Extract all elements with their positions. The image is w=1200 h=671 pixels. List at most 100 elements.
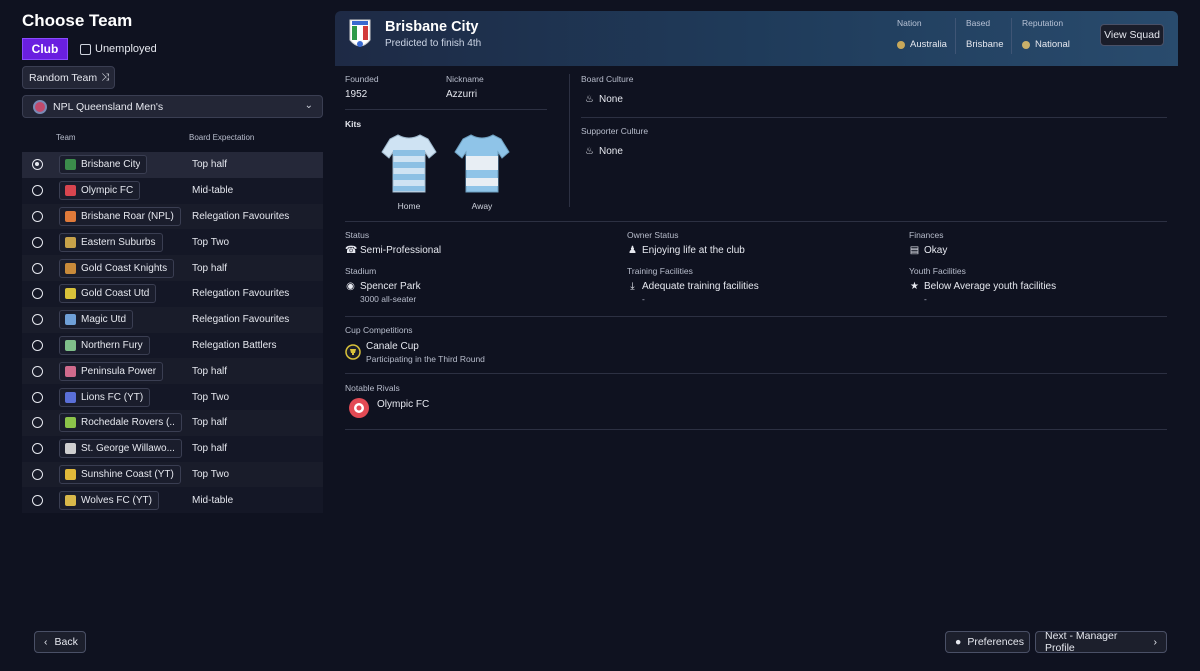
flame-icon: ♨ [585,146,594,157]
team-row[interactable]: Olympic FC Mid-table [22,177,323,204]
column-header-team[interactable]: Team [56,133,76,142]
board-expectation: Top half [192,262,228,274]
team-chip[interactable]: Gold Coast Knights [59,258,175,278]
team-radio-button[interactable] [32,159,43,171]
preferences-button[interactable]: ● Preferences [945,631,1030,653]
team-row[interactable]: Lions FC (YT) Top Two [22,384,323,410]
team-chip[interactable]: Northern Fury [59,335,150,355]
league-select[interactable]: NPL Queensland Men's ⌄ [22,95,323,118]
training-facilities-sub: - [642,294,645,304]
stadium-label: Stadium [345,266,377,276]
status-icon: ☎ [345,245,358,256]
reputation-label: Reputation [1022,18,1064,28]
team-radio-button[interactable] [32,468,43,480]
team-radio-button[interactable] [32,236,43,248]
founded-value: 1952 [345,89,368,100]
club-toggle-button[interactable]: Club [22,38,68,60]
board-expectation: Relegation Battlers [192,339,277,351]
team-crest-icon [65,185,76,197]
team-chip[interactable]: Brisbane City [59,155,148,175]
cup-status: Participating in the Third Round [366,354,485,364]
random-team-button[interactable]: Random Team ⤨ [22,66,115,89]
header-separator [1011,18,1012,54]
nickname-value: Azzurri [446,89,478,100]
team-radio-button[interactable] [32,365,43,377]
team-radio-button[interactable] [32,417,43,429]
team-row[interactable]: Wolves FC (YT) Mid-table [22,487,323,514]
team-chip[interactable]: Wolves FC (YT) [59,490,159,510]
next-manager-profile-button[interactable]: Next - Manager Profile › [1035,630,1167,654]
australia-flag-icon [897,40,905,49]
unemployed-label: Unemployed [95,43,157,55]
team-row[interactable]: Eastern Suburbs Top Two [22,229,323,256]
olympic-fc-crest-icon [349,398,369,418]
team-radio-button[interactable] [32,391,43,403]
team-row[interactable]: Brisbane City Top half [22,152,323,178]
team-radio-button[interactable] [32,185,43,197]
team-radio-button[interactable] [32,314,43,326]
finances-row: ▤ Okay [909,245,948,256]
team-list: Brisbane City Top half Olympic FC Mid-table… [22,152,323,514]
team-row[interactable]: Magic Utd Relegation Favourites [22,306,323,333]
team-row[interactable]: St. George Willawo... Top half [22,435,323,462]
back-button[interactable]: ‹ Back [34,631,86,653]
board-expectation: Top Two [192,468,230,480]
next-label: Next - Manager Profile [1045,630,1118,654]
star-icon: ★ [910,281,919,292]
team-crest-icon [65,262,76,274]
team-radio-button[interactable] [32,443,43,455]
finances-label: Finances [909,230,944,240]
type-toggle: Club Unemployed [22,38,157,60]
team-crest-icon [65,210,76,222]
team-name: Northern Fury [81,339,143,351]
status-row: ☎ Semi-Professional [345,245,441,256]
team-chip[interactable]: Brisbane Roar (NPL) [59,206,181,226]
divider [345,373,1167,374]
team-radio-button[interactable] [32,494,43,506]
reputation-column: Reputation National [1022,18,1070,58]
team-row[interactable]: Northern Fury Relegation Battlers [22,332,323,359]
view-squad-button[interactable]: View Squad [1100,24,1164,46]
team-crest-icon [65,288,76,300]
team-chip[interactable]: Eastern Suburbs [59,232,163,252]
team-crest-icon [65,443,76,455]
board-expectation: Mid-table [192,185,234,197]
team-chip[interactable]: Peninsula Power [59,361,164,381]
team-name: Gold Coast Knights [81,262,168,274]
finances-value: Okay [924,245,948,256]
team-radio-button[interactable] [32,262,43,274]
team-chip[interactable]: Sunshine Coast (YT) [59,464,181,484]
stadium-capacity: 3000 all-seater [360,294,417,304]
team-chip[interactable]: Lions FC (YT) [59,387,151,407]
unemployed-checkbox[interactable] [80,43,91,55]
team-row[interactable]: Brisbane Roar (NPL) Relegation Favourites [22,203,323,230]
team-row[interactable]: Gold Coast Knights Top half [22,255,323,281]
team-row[interactable]: Rochedale Rovers (... Top half [22,409,323,436]
team-chip[interactable]: Magic Utd [59,310,134,330]
team-radio-button[interactable] [32,339,43,351]
nation-value[interactable]: Australia [910,39,947,50]
away-kit-icon[interactable] [453,132,511,194]
user-settings-icon: ● [955,636,962,648]
team-row[interactable]: Gold Coast Utd Relegation Favourites [22,280,323,307]
supporter-culture-label: Supporter Culture [581,126,649,136]
board-expectation: Relegation Favourites [192,210,290,222]
team-chip[interactable]: St. George Willawo... [59,439,182,459]
column-header-board-expectation[interactable]: Board Expectation [189,133,254,142]
team-radio-button[interactable] [32,210,43,222]
team-chip[interactable]: Gold Coast Utd [59,284,157,304]
team-name: Peninsula Power [81,365,157,377]
team-name: Magic Utd [81,314,127,326]
team-name: Gold Coast Utd [81,288,150,300]
rival-name[interactable]: Olympic FC [377,399,429,410]
finances-icon: ▤ [909,245,920,256]
cup-name[interactable]: Canale Cup [366,341,419,352]
home-kit-icon[interactable] [380,132,438,194]
chevron-right-icon: › [1153,636,1158,648]
team-row[interactable]: Sunshine Coast (YT) Top Two [22,461,323,488]
team-radio-button[interactable] [32,288,43,300]
team-chip[interactable]: Rochedale Rovers (... [59,413,182,433]
owner-status-label: Owner Status [627,230,679,240]
team-chip[interactable]: Olympic FC [59,181,141,201]
team-row[interactable]: Peninsula Power Top half [22,358,323,385]
